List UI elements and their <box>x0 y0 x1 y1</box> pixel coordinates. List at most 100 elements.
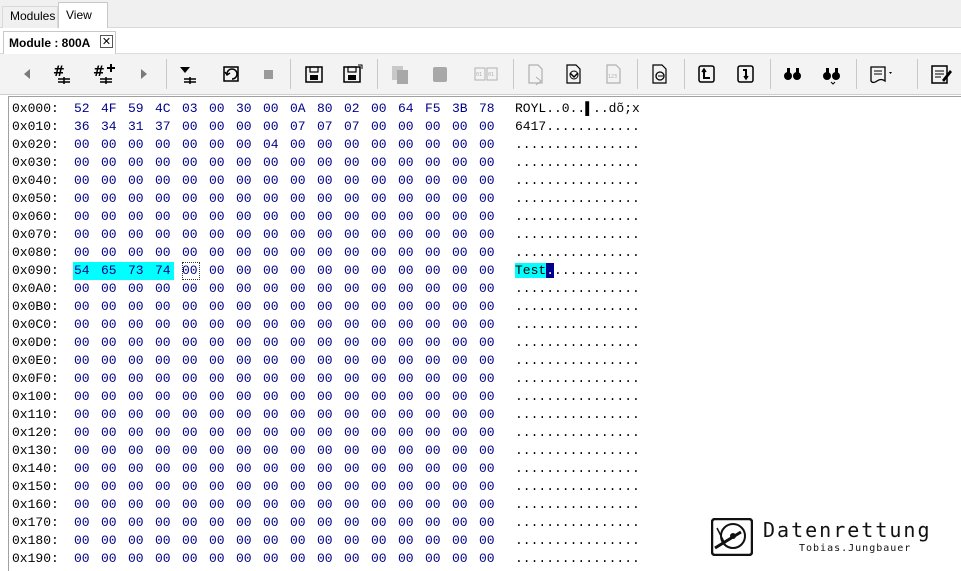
hex-view[interactable]: 0x000: 52 4F 59 4C 03 00 30 00 0A 80 02 00 64 F5 3B 78 RO… <box>8 96 961 571</box>
ascii-column[interactable]: ................ <box>515 406 640 424</box>
export-icon[interactable] <box>523 62 549 86</box>
hex-byte[interactable]: 00 <box>398 118 416 136</box>
hex-byte[interactable]: 00 <box>182 172 200 190</box>
hex-byte[interactable]: 00 <box>236 370 254 388</box>
hex-byte[interactable]: 00 <box>452 388 470 406</box>
hex-byte[interactable]: 00 <box>425 514 443 532</box>
hex-byte[interactable]: 00 <box>452 550 470 568</box>
hex-byte[interactable]: 00 <box>398 262 416 280</box>
hex-byte[interactable]: 00 <box>155 460 173 478</box>
hex-byte[interactable]: 0A <box>290 100 308 118</box>
hex-byte[interactable]: 00 <box>182 208 200 226</box>
hex-byte[interactable]: 00 <box>398 136 416 154</box>
hex-byte[interactable]: 00 <box>209 514 227 532</box>
hex-byte[interactable]: 00 <box>74 496 92 514</box>
tab-view[interactable]: View <box>58 2 108 29</box>
hex-byte[interactable]: 00 <box>452 460 470 478</box>
hex-byte[interactable]: 00 <box>452 226 470 244</box>
ascii-column[interactable]: ................ <box>515 172 640 190</box>
hex-byte[interactable]: 00 <box>344 172 362 190</box>
hex-byte[interactable]: 00 <box>425 442 443 460</box>
hex-byte[interactable]: 00 <box>101 478 119 496</box>
hex-byte[interactable]: 00 <box>263 496 281 514</box>
hex-byte[interactable]: 00 <box>128 442 146 460</box>
hex-byte[interactable]: 00 <box>290 154 308 172</box>
hex-byte[interactable]: 00 <box>479 388 497 406</box>
hex-byte[interactable]: 00 <box>479 244 497 262</box>
hex-byte[interactable]: 00 <box>263 280 281 298</box>
hex-row[interactable]: 0x0C0: 00 00 00 00 00 00 00 00 00 00 00 00 00 00 00 00..… <box>12 316 952 334</box>
hex-byte[interactable]: 00 <box>317 280 335 298</box>
hex-byte[interactable]: 00 <box>290 370 308 388</box>
close-icon[interactable]: ✕ <box>100 35 113 48</box>
hex-row[interactable]: 0x030: 00 00 00 00 00 00 00 00 00 00 00 00 00 00 00 00..… <box>12 154 952 172</box>
hex-byte[interactable]: 00 <box>182 316 200 334</box>
hex-byte[interactable]: 00 <box>479 136 497 154</box>
hex-byte[interactable]: 00 <box>236 154 254 172</box>
hex-byte[interactable]: 00 <box>182 388 200 406</box>
hex-byte[interactable]: 00 <box>74 226 92 244</box>
hex-byte[interactable]: 00 <box>74 532 92 550</box>
hex-byte[interactable]: 00 <box>479 424 497 442</box>
hash-add-icon[interactable]: # <box>92 62 118 86</box>
hex-byte[interactable]: 00 <box>479 496 497 514</box>
hex-byte[interactable]: 00 <box>101 280 119 298</box>
hex-byte[interactable]: 00 <box>344 226 362 244</box>
hex-byte[interactable]: 00 <box>209 118 227 136</box>
hex-byte[interactable]: 00 <box>290 532 308 550</box>
hex-byte[interactable]: 00 <box>290 334 308 352</box>
hex-byte[interactable]: 00 <box>317 154 335 172</box>
compare-icon[interactable]: 01 01 <box>473 62 499 86</box>
hex-byte[interactable]: 00 <box>209 370 227 388</box>
hex-byte[interactable]: 00 <box>263 262 281 280</box>
hex-byte[interactable]: 00 <box>155 478 173 496</box>
hex-byte[interactable]: 00 <box>479 532 497 550</box>
goto-icon[interactable] <box>647 62 673 86</box>
hex-byte[interactable]: 00 <box>263 478 281 496</box>
ascii-column[interactable]: ................ <box>515 478 640 496</box>
hex-byte[interactable]: 00 <box>398 226 416 244</box>
hex-byte[interactable]: 00 <box>425 298 443 316</box>
ascii-column[interactable]: ................ <box>515 298 640 316</box>
hex-byte[interactable]: 00 <box>371 190 389 208</box>
hex-byte[interactable]: 00 <box>101 208 119 226</box>
hex-byte[interactable]: 00 <box>425 190 443 208</box>
hex-byte[interactable]: 00 <box>128 334 146 352</box>
hex-byte[interactable]: 00 <box>317 550 335 568</box>
hex-byte[interactable]: 59 <box>128 100 146 118</box>
hex-byte[interactable]: 00 <box>425 478 443 496</box>
hex-byte[interactable]: 00 <box>263 550 281 568</box>
hex-byte[interactable]: 00 <box>425 172 443 190</box>
hex-byte[interactable]: 00 <box>290 280 308 298</box>
hex-byte[interactable]: 00 <box>371 370 389 388</box>
hex-byte[interactable]: 00 <box>398 550 416 568</box>
hex-row[interactable]: 0x040: 00 00 00 00 00 00 00 00 00 00 00 00 00 00 00 00..… <box>12 172 952 190</box>
hex-byte[interactable]: 00 <box>425 496 443 514</box>
hex-byte[interactable]: 00 <box>425 406 443 424</box>
hex-byte[interactable]: 00 <box>155 172 173 190</box>
hex-byte[interactable]: 00 <box>290 190 308 208</box>
hex-byte[interactable]: 00 <box>317 424 335 442</box>
hex-byte[interactable]: 37 <box>155 118 173 136</box>
hex-byte[interactable]: 00 <box>317 370 335 388</box>
forward-icon[interactable] <box>131 62 157 86</box>
ascii-column[interactable]: ................ <box>515 370 640 388</box>
hex-byte[interactable]: 00 <box>317 532 335 550</box>
hex-byte[interactable]: 00 <box>452 244 470 262</box>
hex-byte[interactable]: 00 <box>371 136 389 154</box>
hex-byte[interactable]: 00 <box>452 352 470 370</box>
hex-byte[interactable]: 00 <box>398 532 416 550</box>
hex-byte[interactable]: 00 <box>236 316 254 334</box>
hex-byte[interactable]: 00 <box>479 316 497 334</box>
hex-byte[interactable]: 00 <box>290 262 308 280</box>
hex-byte[interactable]: 00 <box>236 514 254 532</box>
hex-row[interactable]: 0x010: 36 34 31 37 00 00 00 00 07 07 07 00 00 00 00 00 64… <box>12 118 952 136</box>
hex-byte[interactable]: 00 <box>155 316 173 334</box>
hex-byte[interactable]: 00 <box>209 334 227 352</box>
hex-byte[interactable]: 00 <box>290 136 308 154</box>
hex-byte[interactable]: 00 <box>290 388 308 406</box>
hex-byte[interactable]: 00 <box>398 388 416 406</box>
document-tab-module-800a[interactable]: Module : 800A ✕ <box>3 31 116 54</box>
hex-byte[interactable]: 00 <box>263 388 281 406</box>
hex-byte[interactable]: 00 <box>155 154 173 172</box>
